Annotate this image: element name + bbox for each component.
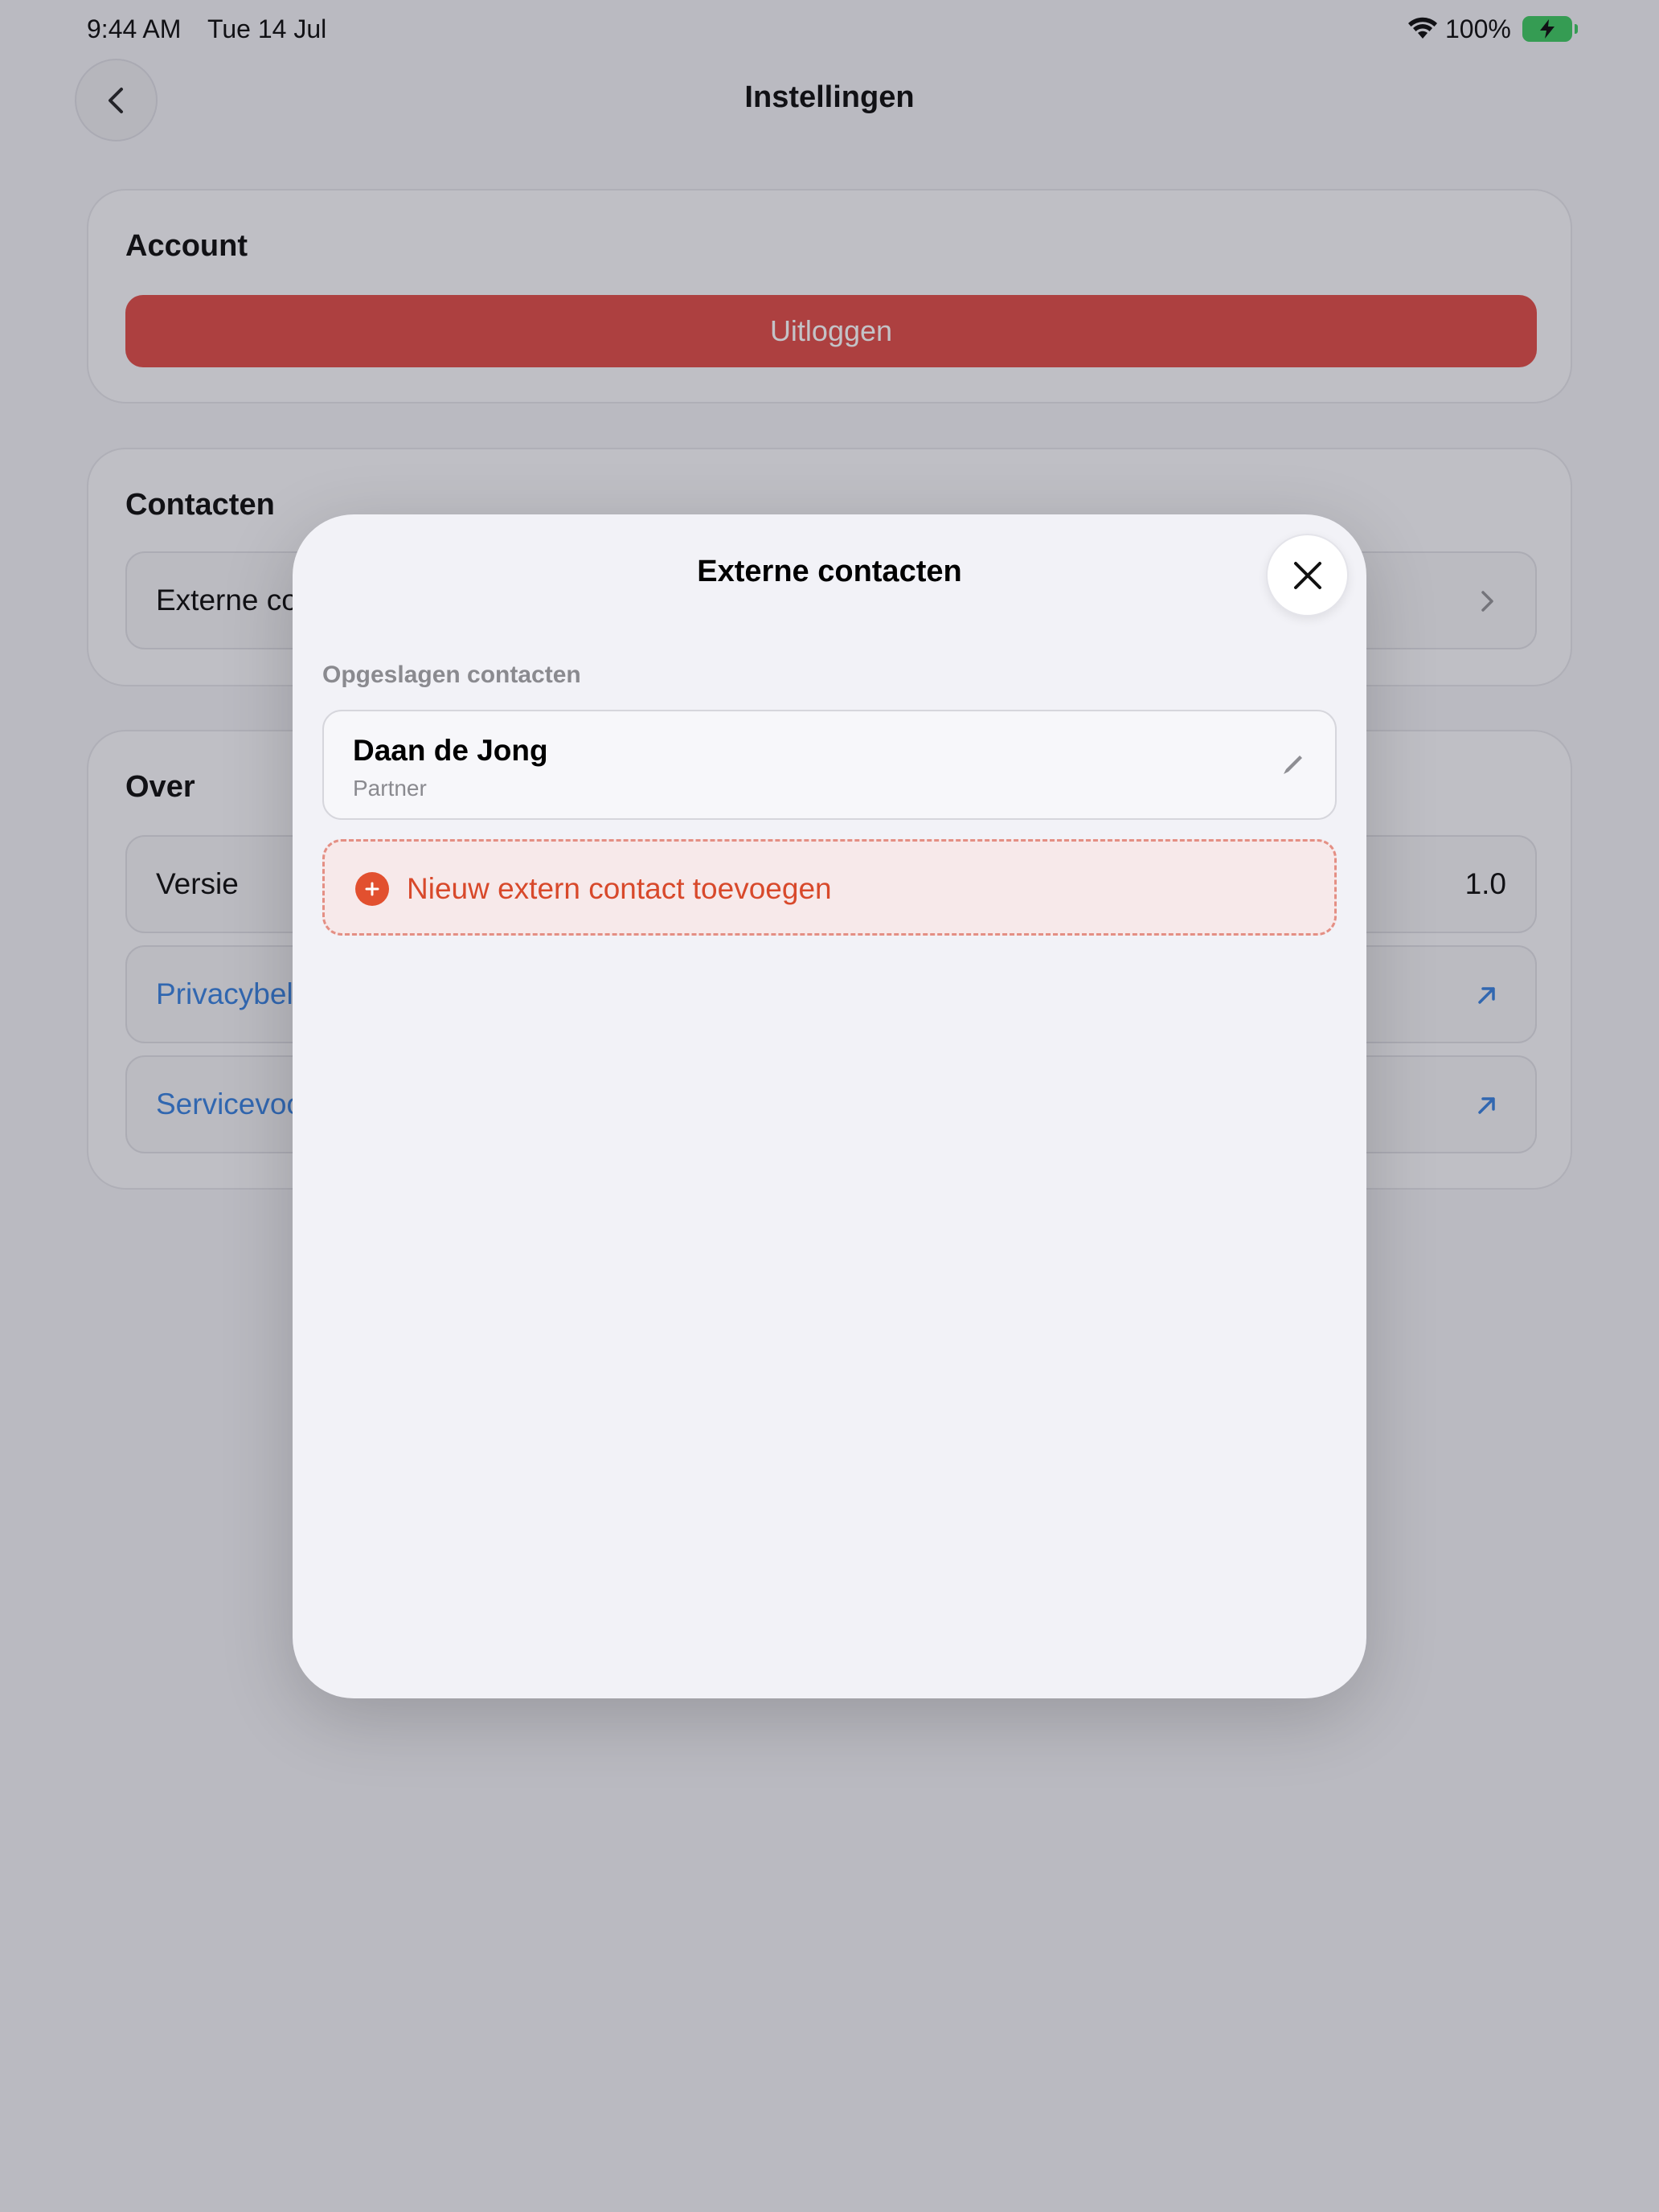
add-contact-label: Nieuw extern contact toevoegen	[407, 872, 832, 905]
contact-item[interactable]: Daan de Jong Partner	[322, 710, 1337, 820]
saved-contacts-label: Opgeslagen contacten	[322, 662, 581, 688]
add-contact-button[interactable]: Nieuw extern contact toevoegen	[322, 839, 1337, 936]
close-button[interactable]	[1266, 534, 1349, 616]
plus-circle-icon	[355, 872, 389, 906]
external-contacts-sheet: Externe contacten Opgeslagen contacten D…	[293, 514, 1366, 1698]
close-icon	[1293, 561, 1321, 589]
pencil-icon[interactable]	[1279, 750, 1308, 779]
sheet-title: Externe contacten	[697, 555, 962, 588]
plus-icon	[365, 882, 379, 896]
contact-role: Partner	[353, 776, 427, 801]
contact-name: Daan de Jong	[353, 734, 548, 767]
